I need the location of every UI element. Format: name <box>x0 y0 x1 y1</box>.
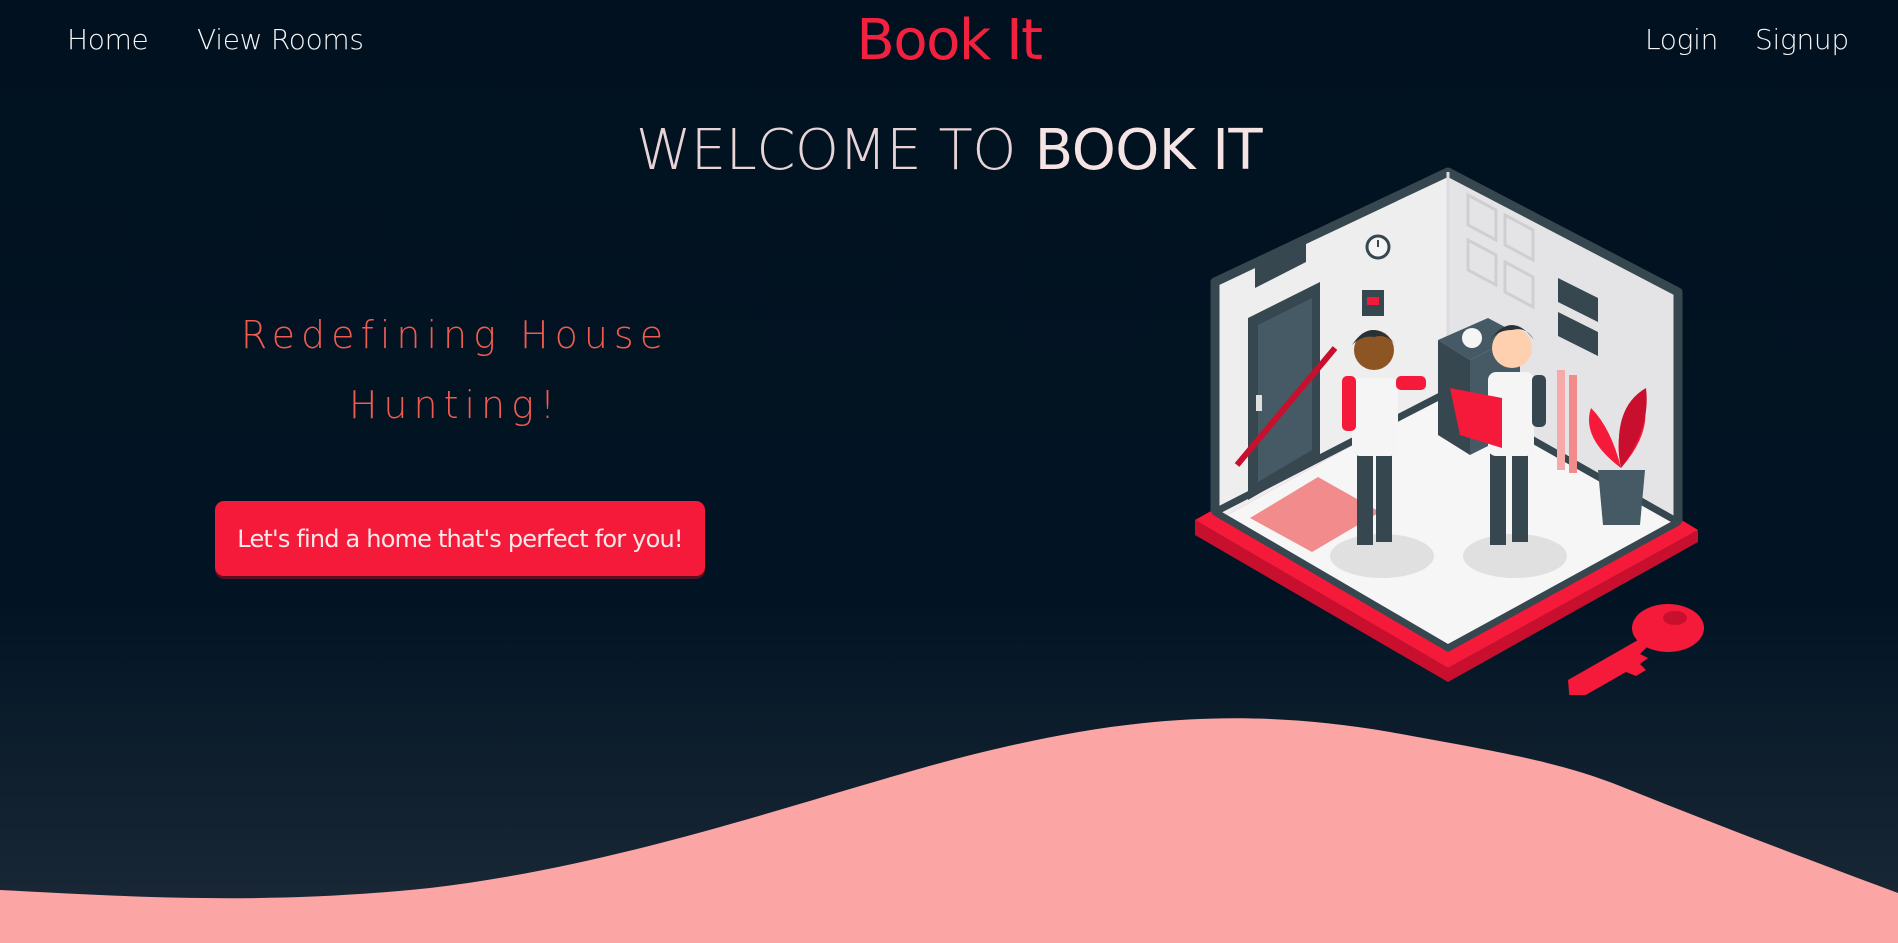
tagline: Redefining House Hunting! <box>210 300 700 440</box>
nav-home-link[interactable]: Home <box>67 23 149 56</box>
tagline-line1: Redefining House <box>240 313 670 357</box>
brand-logo[interactable]: Book It <box>856 8 1043 73</box>
pink-wave <box>0 718 1898 943</box>
room-illustration <box>1195 167 1704 695</box>
nav-login-link[interactable]: Login <box>1645 23 1718 56</box>
tagline-line2: Hunting! <box>348 383 562 427</box>
welcome-prefix: WELCOME TO <box>635 118 1016 183</box>
navbar: Home View Rooms Book It Login Signup <box>0 0 1898 88</box>
nav-signup-link[interactable]: Signup <box>1755 23 1849 56</box>
find-home-button[interactable]: Let's find a home that's perfect for you… <box>215 501 705 576</box>
nav-view-rooms-link[interactable]: View Rooms <box>197 23 364 56</box>
